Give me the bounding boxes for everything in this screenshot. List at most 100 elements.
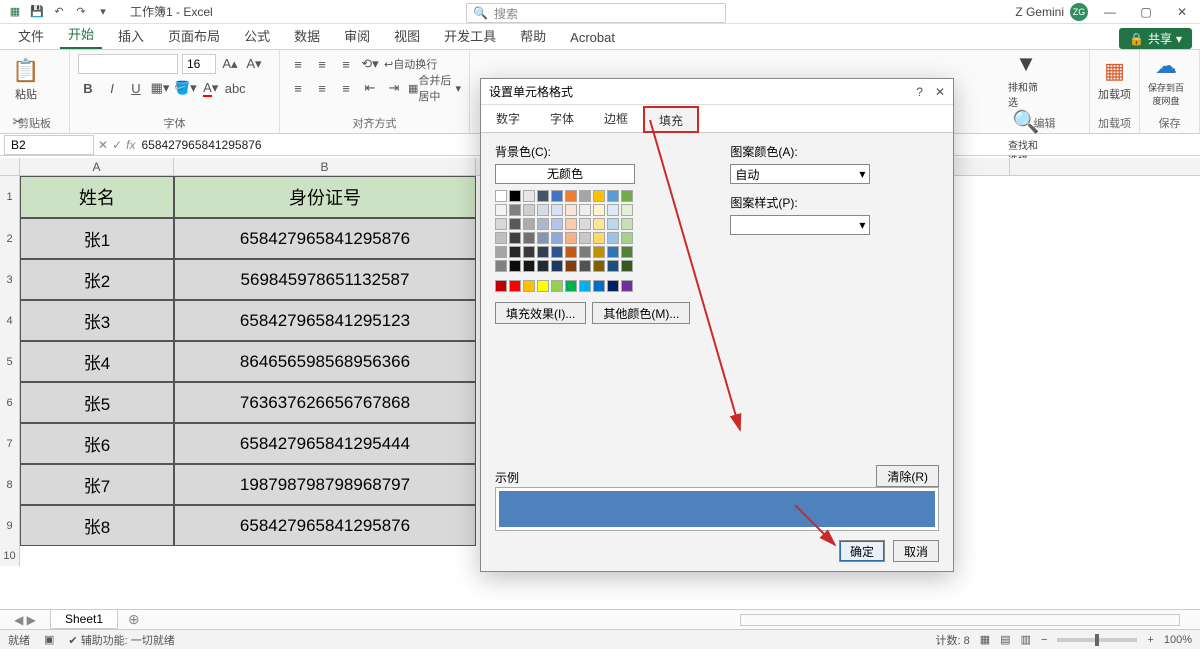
row-header[interactable]: 1 [0, 176, 20, 218]
italic-icon[interactable]: I [102, 78, 122, 98]
save-icon[interactable]: 💾 [28, 3, 46, 21]
color-swatch[interactable] [509, 246, 521, 258]
more-colors-button[interactable]: 其他颜色(M)... [592, 302, 690, 324]
cell[interactable]: 张1 [20, 218, 174, 259]
color-swatch[interactable] [607, 246, 619, 258]
tab-view[interactable]: 视图 [386, 22, 428, 49]
zoom-out-icon[interactable]: − [1041, 634, 1047, 646]
color-swatch[interactable] [565, 232, 577, 244]
paste-button[interactable]: 📋粘贴 [8, 54, 44, 106]
color-swatch[interactable] [509, 232, 521, 244]
col-header-a[interactable]: A [20, 158, 174, 175]
color-swatch[interactable] [523, 232, 535, 244]
col-header-b[interactable]: B [174, 158, 476, 175]
color-swatch[interactable] [509, 280, 521, 292]
no-color-button[interactable]: 无颜色 [495, 164, 635, 184]
align-middle-icon[interactable]: ≡ [312, 54, 332, 74]
color-swatch[interactable] [509, 204, 521, 216]
tab-home[interactable]: 开始 [60, 20, 102, 49]
cell[interactable]: 198798798798968797 [174, 464, 476, 505]
color-swatch[interactable] [579, 232, 591, 244]
align-center-icon[interactable]: ≡ [312, 78, 332, 98]
color-swatch[interactable] [523, 190, 535, 202]
color-swatch[interactable] [565, 218, 577, 230]
cell[interactable]: 658427965841295876 [174, 505, 476, 546]
cell[interactable]: 张2 [20, 259, 174, 300]
color-swatch[interactable] [509, 260, 521, 272]
zoom-slider[interactable] [1057, 638, 1137, 642]
color-swatch[interactable] [551, 246, 563, 258]
color-swatch[interactable] [593, 190, 605, 202]
color-swatch[interactable] [621, 260, 633, 272]
color-swatch[interactable] [565, 204, 577, 216]
bold-icon[interactable]: B [78, 78, 98, 98]
merge-button[interactable]: ▦ 合并后居中▾ [408, 78, 461, 98]
align-left-icon[interactable]: ≡ [288, 78, 308, 98]
tab-data[interactable]: 数据 [286, 22, 328, 49]
view-normal-icon[interactable]: ▦ [980, 633, 990, 646]
align-bottom-icon[interactable]: ≡ [336, 54, 356, 74]
view-page-break-icon[interactable]: ▥ [1021, 633, 1031, 646]
color-swatch[interactable] [565, 280, 577, 292]
decrease-font-icon[interactable]: A▾ [244, 54, 264, 74]
pattern-style-combo[interactable]: ▾ [730, 215, 870, 235]
color-swatch[interactable] [537, 218, 549, 230]
color-swatch[interactable] [593, 218, 605, 230]
color-swatch[interactable] [607, 232, 619, 244]
color-swatch[interactable] [551, 190, 563, 202]
phonetic-icon[interactable]: abc [225, 78, 246, 98]
color-swatch[interactable] [607, 218, 619, 230]
color-swatch[interactable] [537, 204, 549, 216]
select-all-corner[interactable] [0, 158, 20, 175]
macro-record-icon[interactable]: ▣ [44, 633, 54, 646]
cell[interactable]: 张4 [20, 341, 174, 382]
color-swatch[interactable] [551, 280, 563, 292]
sheet-tab-active[interactable]: Sheet1 [50, 610, 118, 629]
color-swatch[interactable] [607, 204, 619, 216]
color-swatch[interactable] [495, 204, 507, 216]
formula-input[interactable]: 658427965841295876 [141, 138, 261, 152]
color-swatch[interactable] [509, 190, 521, 202]
color-swatch[interactable] [551, 204, 563, 216]
name-box[interactable]: B2 [4, 135, 94, 155]
zoom-in-icon[interactable]: + [1147, 634, 1153, 646]
color-swatch[interactable] [593, 204, 605, 216]
color-swatch[interactable] [621, 232, 633, 244]
color-swatch[interactable] [495, 246, 507, 258]
view-page-layout-icon[interactable]: ▤ [1000, 633, 1010, 646]
color-swatch[interactable] [495, 232, 507, 244]
dialog-titlebar[interactable]: 设置单元格格式 ?✕ [481, 79, 953, 105]
color-swatch[interactable] [593, 246, 605, 258]
color-swatch[interactable] [579, 204, 591, 216]
add-sheet-button[interactable]: ⊕ [128, 611, 140, 628]
cell[interactable]: 864656598568956366 [174, 341, 476, 382]
tab-developer[interactable]: 开发工具 [436, 22, 504, 49]
tab-help[interactable]: 帮助 [512, 22, 554, 49]
fill-effects-button[interactable]: 填充效果(I)... [495, 302, 586, 324]
color-swatch[interactable] [579, 260, 591, 272]
fill-color-icon[interactable]: 🪣▾ [174, 78, 197, 98]
font-name-input[interactable] [78, 54, 178, 74]
dialog-close-icon[interactable]: ✕ [935, 85, 945, 99]
cell[interactable]: 张3 [20, 300, 174, 341]
color-swatch[interactable] [579, 218, 591, 230]
color-swatch[interactable] [495, 218, 507, 230]
underline-icon[interactable]: U [126, 78, 146, 98]
cell[interactable]: 身份证号 [174, 176, 476, 218]
dialog-tab-number[interactable]: 数字 [481, 105, 535, 132]
minimize-button[interactable]: — [1096, 0, 1124, 24]
search-box[interactable]: 🔍 搜索 [466, 3, 726, 23]
row-header[interactable]: 2 [0, 218, 20, 259]
row-header[interactable]: 4 [0, 300, 20, 341]
color-swatch[interactable] [537, 246, 549, 258]
color-swatch[interactable] [509, 218, 521, 230]
row-header[interactable]: 7 [0, 423, 20, 464]
row-header[interactable]: 5 [0, 341, 20, 382]
align-right-icon[interactable]: ≡ [336, 78, 356, 98]
row-header[interactable]: 8 [0, 464, 20, 505]
cell[interactable]: 658427965841295123 [174, 300, 476, 341]
color-swatch[interactable] [537, 280, 549, 292]
pattern-color-combo[interactable]: 自动▾ [730, 164, 870, 184]
font-color-icon[interactable]: A▾ [201, 78, 221, 98]
fx-icon[interactable]: fx [126, 138, 135, 152]
